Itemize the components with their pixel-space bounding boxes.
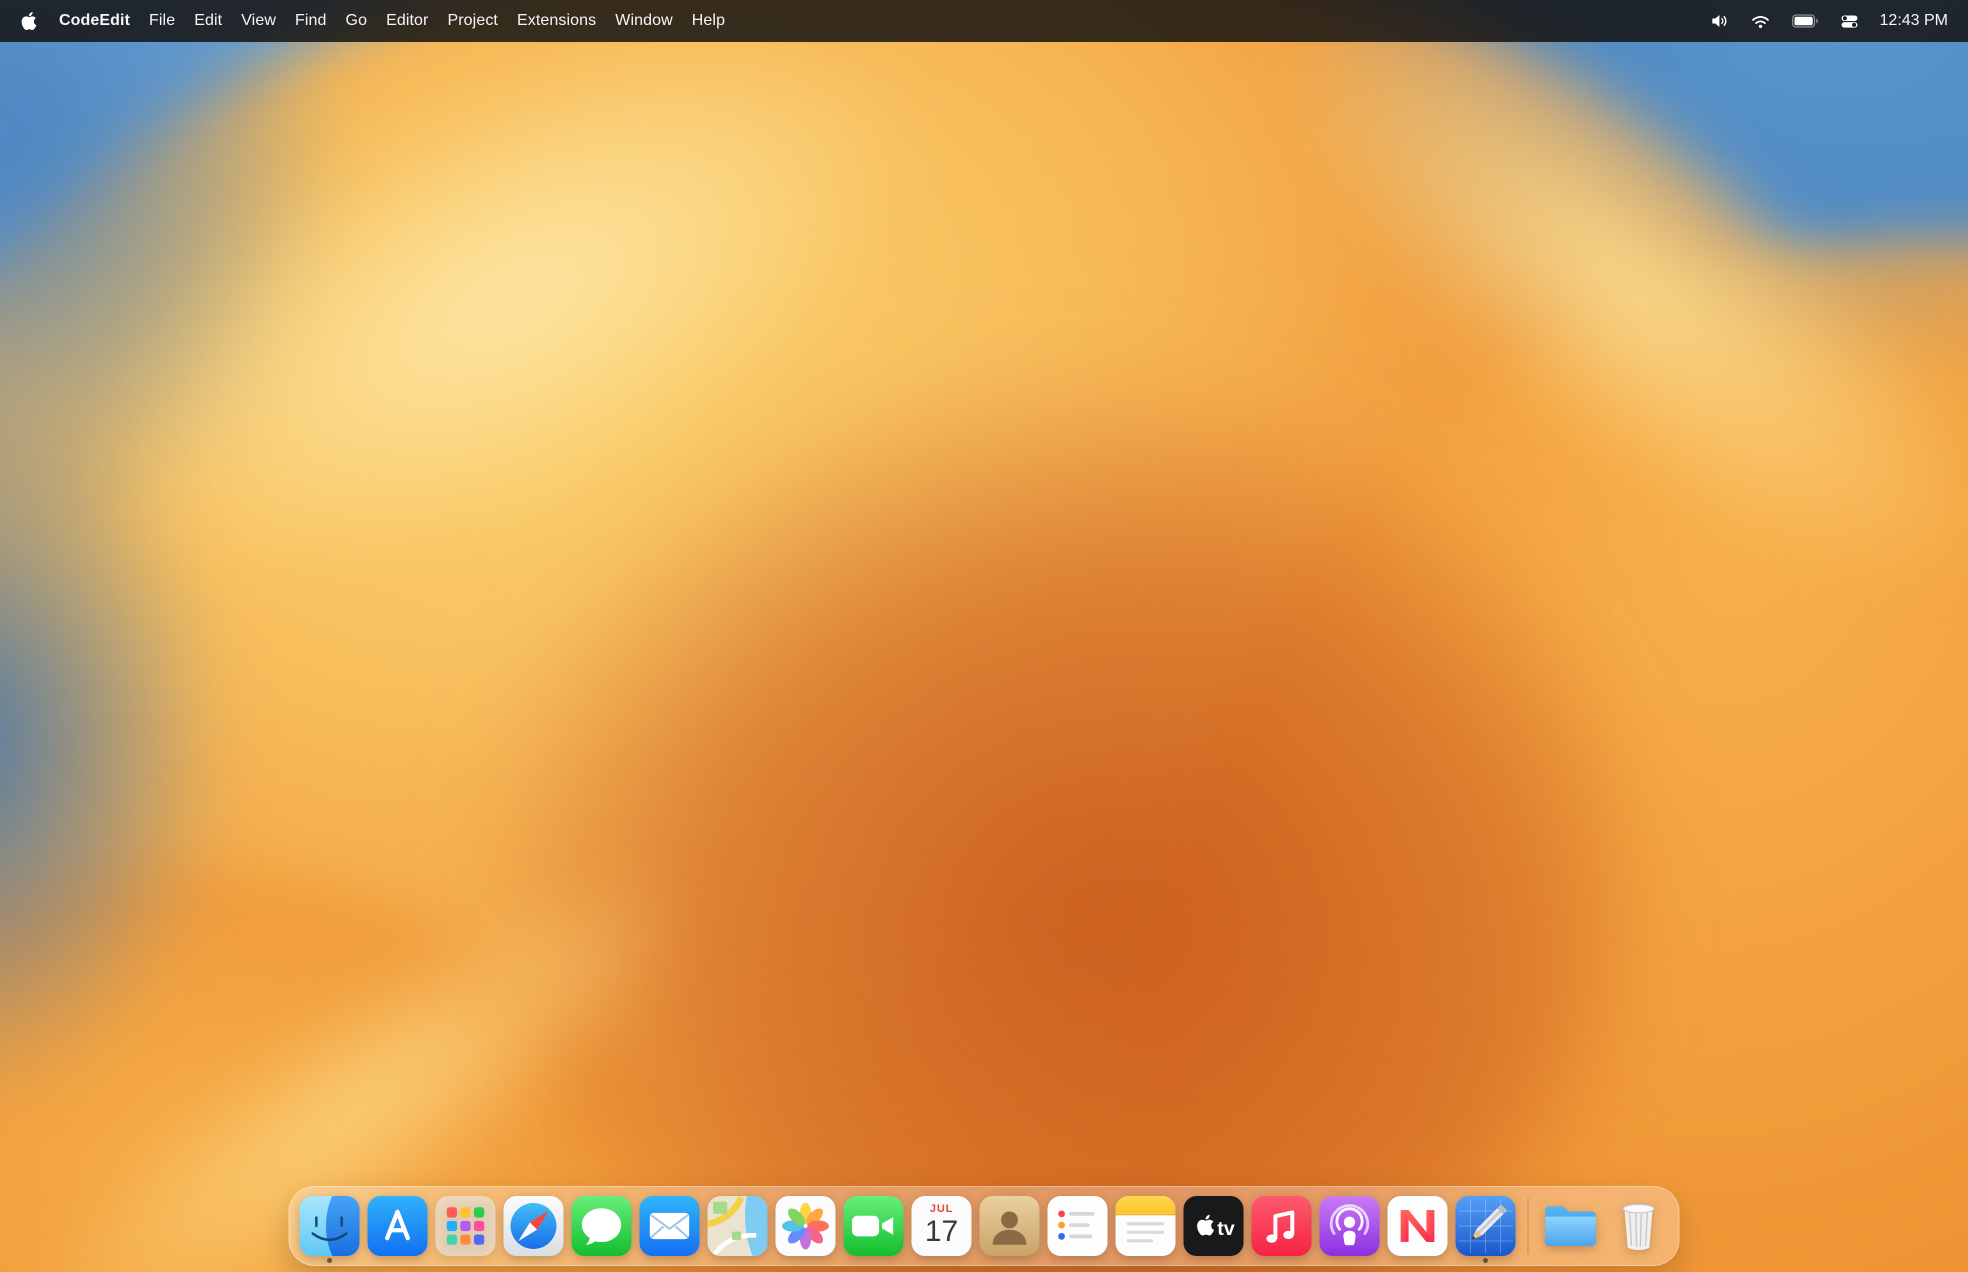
control-center-icon[interactable] (1840, 12, 1859, 31)
folder-icon (1541, 1196, 1601, 1256)
facetime-icon (844, 1196, 904, 1256)
dock-item-music[interactable] (1252, 1196, 1312, 1256)
volume-icon[interactable] (1709, 11, 1729, 31)
dock-item-app-store[interactable] (368, 1196, 428, 1256)
contacts-icon (980, 1196, 1040, 1256)
dock-item-downloads-folder[interactable] (1541, 1196, 1601, 1256)
dock-item-notes[interactable] (1116, 1196, 1176, 1256)
codeedit-icon (1456, 1196, 1516, 1256)
reminders-icon (1048, 1196, 1108, 1256)
dock-item-podcasts[interactable] (1320, 1196, 1380, 1256)
messages-icon (572, 1196, 632, 1256)
dock-item-news[interactable] (1388, 1196, 1448, 1256)
calendar-month-label: JUL (930, 1204, 953, 1215)
dock-item-facetime[interactable] (844, 1196, 904, 1256)
dock-item-messages[interactable] (572, 1196, 632, 1256)
svg-text:tv: tv (1217, 1218, 1235, 1240)
dock: JUL 17 (289, 1186, 1680, 1266)
dock-item-photos[interactable] (776, 1196, 836, 1256)
desktop-wallpaper (0, 0, 1968, 1272)
menu-file[interactable]: File (149, 12, 175, 30)
news-icon (1388, 1196, 1448, 1256)
dock-item-safari[interactable] (504, 1196, 564, 1256)
podcasts-icon (1320, 1196, 1380, 1256)
photos-icon (776, 1196, 836, 1256)
dock-background: JUL 17 (289, 1186, 1680, 1266)
dock-item-maps[interactable] (708, 1196, 768, 1256)
app-store-icon (368, 1196, 428, 1256)
menu-project[interactable]: Project (447, 12, 498, 30)
battery-icon[interactable] (1792, 14, 1819, 28)
dock-item-contacts[interactable] (980, 1196, 1040, 1256)
dock-item-finder[interactable] (300, 1196, 360, 1256)
menu-bar-menus: CodeEdit File Edit View Find Go Editor P… (20, 12, 725, 30)
maps-icon (708, 1196, 768, 1256)
dock-item-launchpad[interactable] (436, 1196, 496, 1256)
menu-window[interactable]: Window (615, 12, 673, 30)
trash-icon (1609, 1196, 1669, 1256)
dock-separator (1528, 1198, 1529, 1254)
menu-bar: CodeEdit File Edit View Find Go Editor P… (0, 0, 1968, 42)
menu-clock[interactable]: 12:43 PM (1880, 12, 1948, 30)
safari-icon (504, 1196, 564, 1256)
wifi-icon[interactable] (1750, 11, 1771, 32)
menu-find[interactable]: Find (295, 12, 327, 30)
dock-item-calendar[interactable]: JUL 17 (912, 1196, 972, 1256)
menu-bar-status: 12:43 PM (1709, 11, 1948, 32)
finder-icon (300, 1196, 360, 1256)
dock-item-reminders[interactable] (1048, 1196, 1108, 1256)
notes-icon (1116, 1196, 1176, 1256)
apple-menu[interactable] (20, 12, 38, 30)
apple-logo-icon (20, 12, 38, 30)
dock-item-tv[interactable]: tv (1184, 1196, 1244, 1256)
music-icon (1252, 1196, 1312, 1256)
menu-app-name[interactable]: CodeEdit (59, 12, 130, 30)
dock-item-codeedit[interactable] (1456, 1196, 1516, 1256)
dock-item-mail[interactable] (640, 1196, 700, 1256)
menu-go[interactable]: Go (346, 12, 368, 30)
calendar-day-label: 17 (925, 1217, 958, 1247)
mail-icon (640, 1196, 700, 1256)
launchpad-icon (436, 1196, 496, 1256)
menu-help[interactable]: Help (692, 12, 725, 30)
menu-edit[interactable]: Edit (194, 12, 222, 30)
running-indicator (327, 1258, 332, 1263)
apple-tv-icon: tv (1184, 1196, 1244, 1256)
dock-item-trash[interactable] (1609, 1196, 1669, 1256)
menu-view[interactable]: View (241, 12, 276, 30)
running-indicator (1483, 1258, 1488, 1263)
menu-extensions[interactable]: Extensions (517, 12, 596, 30)
menu-editor[interactable]: Editor (386, 12, 428, 30)
